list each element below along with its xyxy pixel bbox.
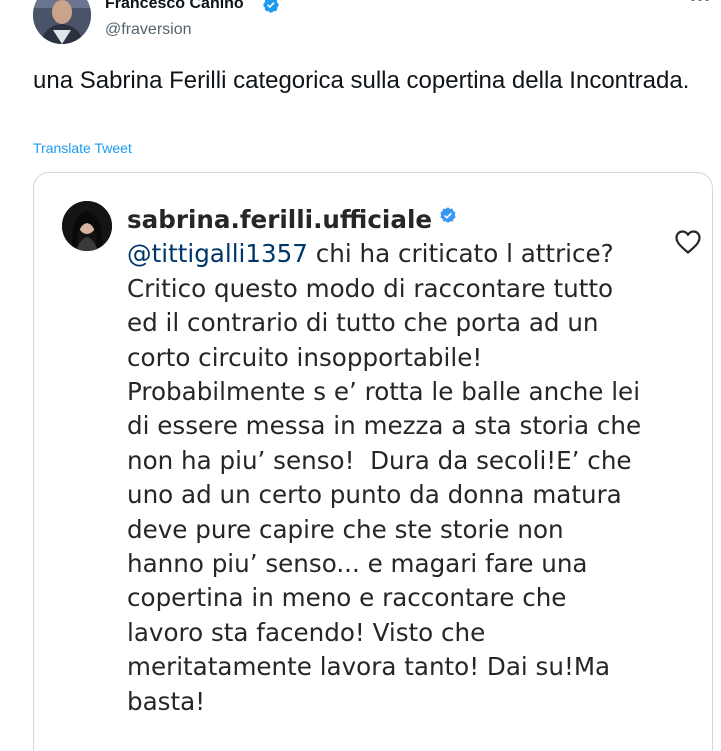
more-horizontal-icon[interactable] bbox=[688, 0, 712, 12]
instagram-username: sabrina.ferilli.ufficiale bbox=[127, 205, 433, 234]
instagram-comment-text: chi ha criticato l attrice? Critico ques… bbox=[127, 239, 649, 716]
author-handle[interactable]: @fraversion bbox=[105, 20, 192, 40]
instagram-verified-icon bbox=[440, 207, 456, 223]
author-name[interactable]: Francesco Canino bbox=[105, 0, 244, 14]
translate-tweet-link[interactable]: Translate Tweet bbox=[33, 140, 132, 156]
tweet-text: una Sabrina Ferilli categorica sulla cop… bbox=[33, 67, 690, 94]
verified-badge-icon bbox=[263, 0, 279, 13]
instagram-comment: sabrina.ferilli.ufficiale @tittigalli135… bbox=[127, 203, 647, 719]
instagram-mention: @tittigalli1357 bbox=[127, 239, 308, 269]
author-avatar[interactable] bbox=[33, 0, 91, 44]
avatar-photo bbox=[33, 0, 91, 44]
instagram-avatar-photo bbox=[62, 201, 112, 251]
heart-outline-icon[interactable] bbox=[674, 229, 702, 255]
instagram-avatar bbox=[62, 201, 112, 251]
tweet-media-image[interactable]: sabrina.ferilli.ufficiale @tittigalli135… bbox=[33, 172, 713, 751]
